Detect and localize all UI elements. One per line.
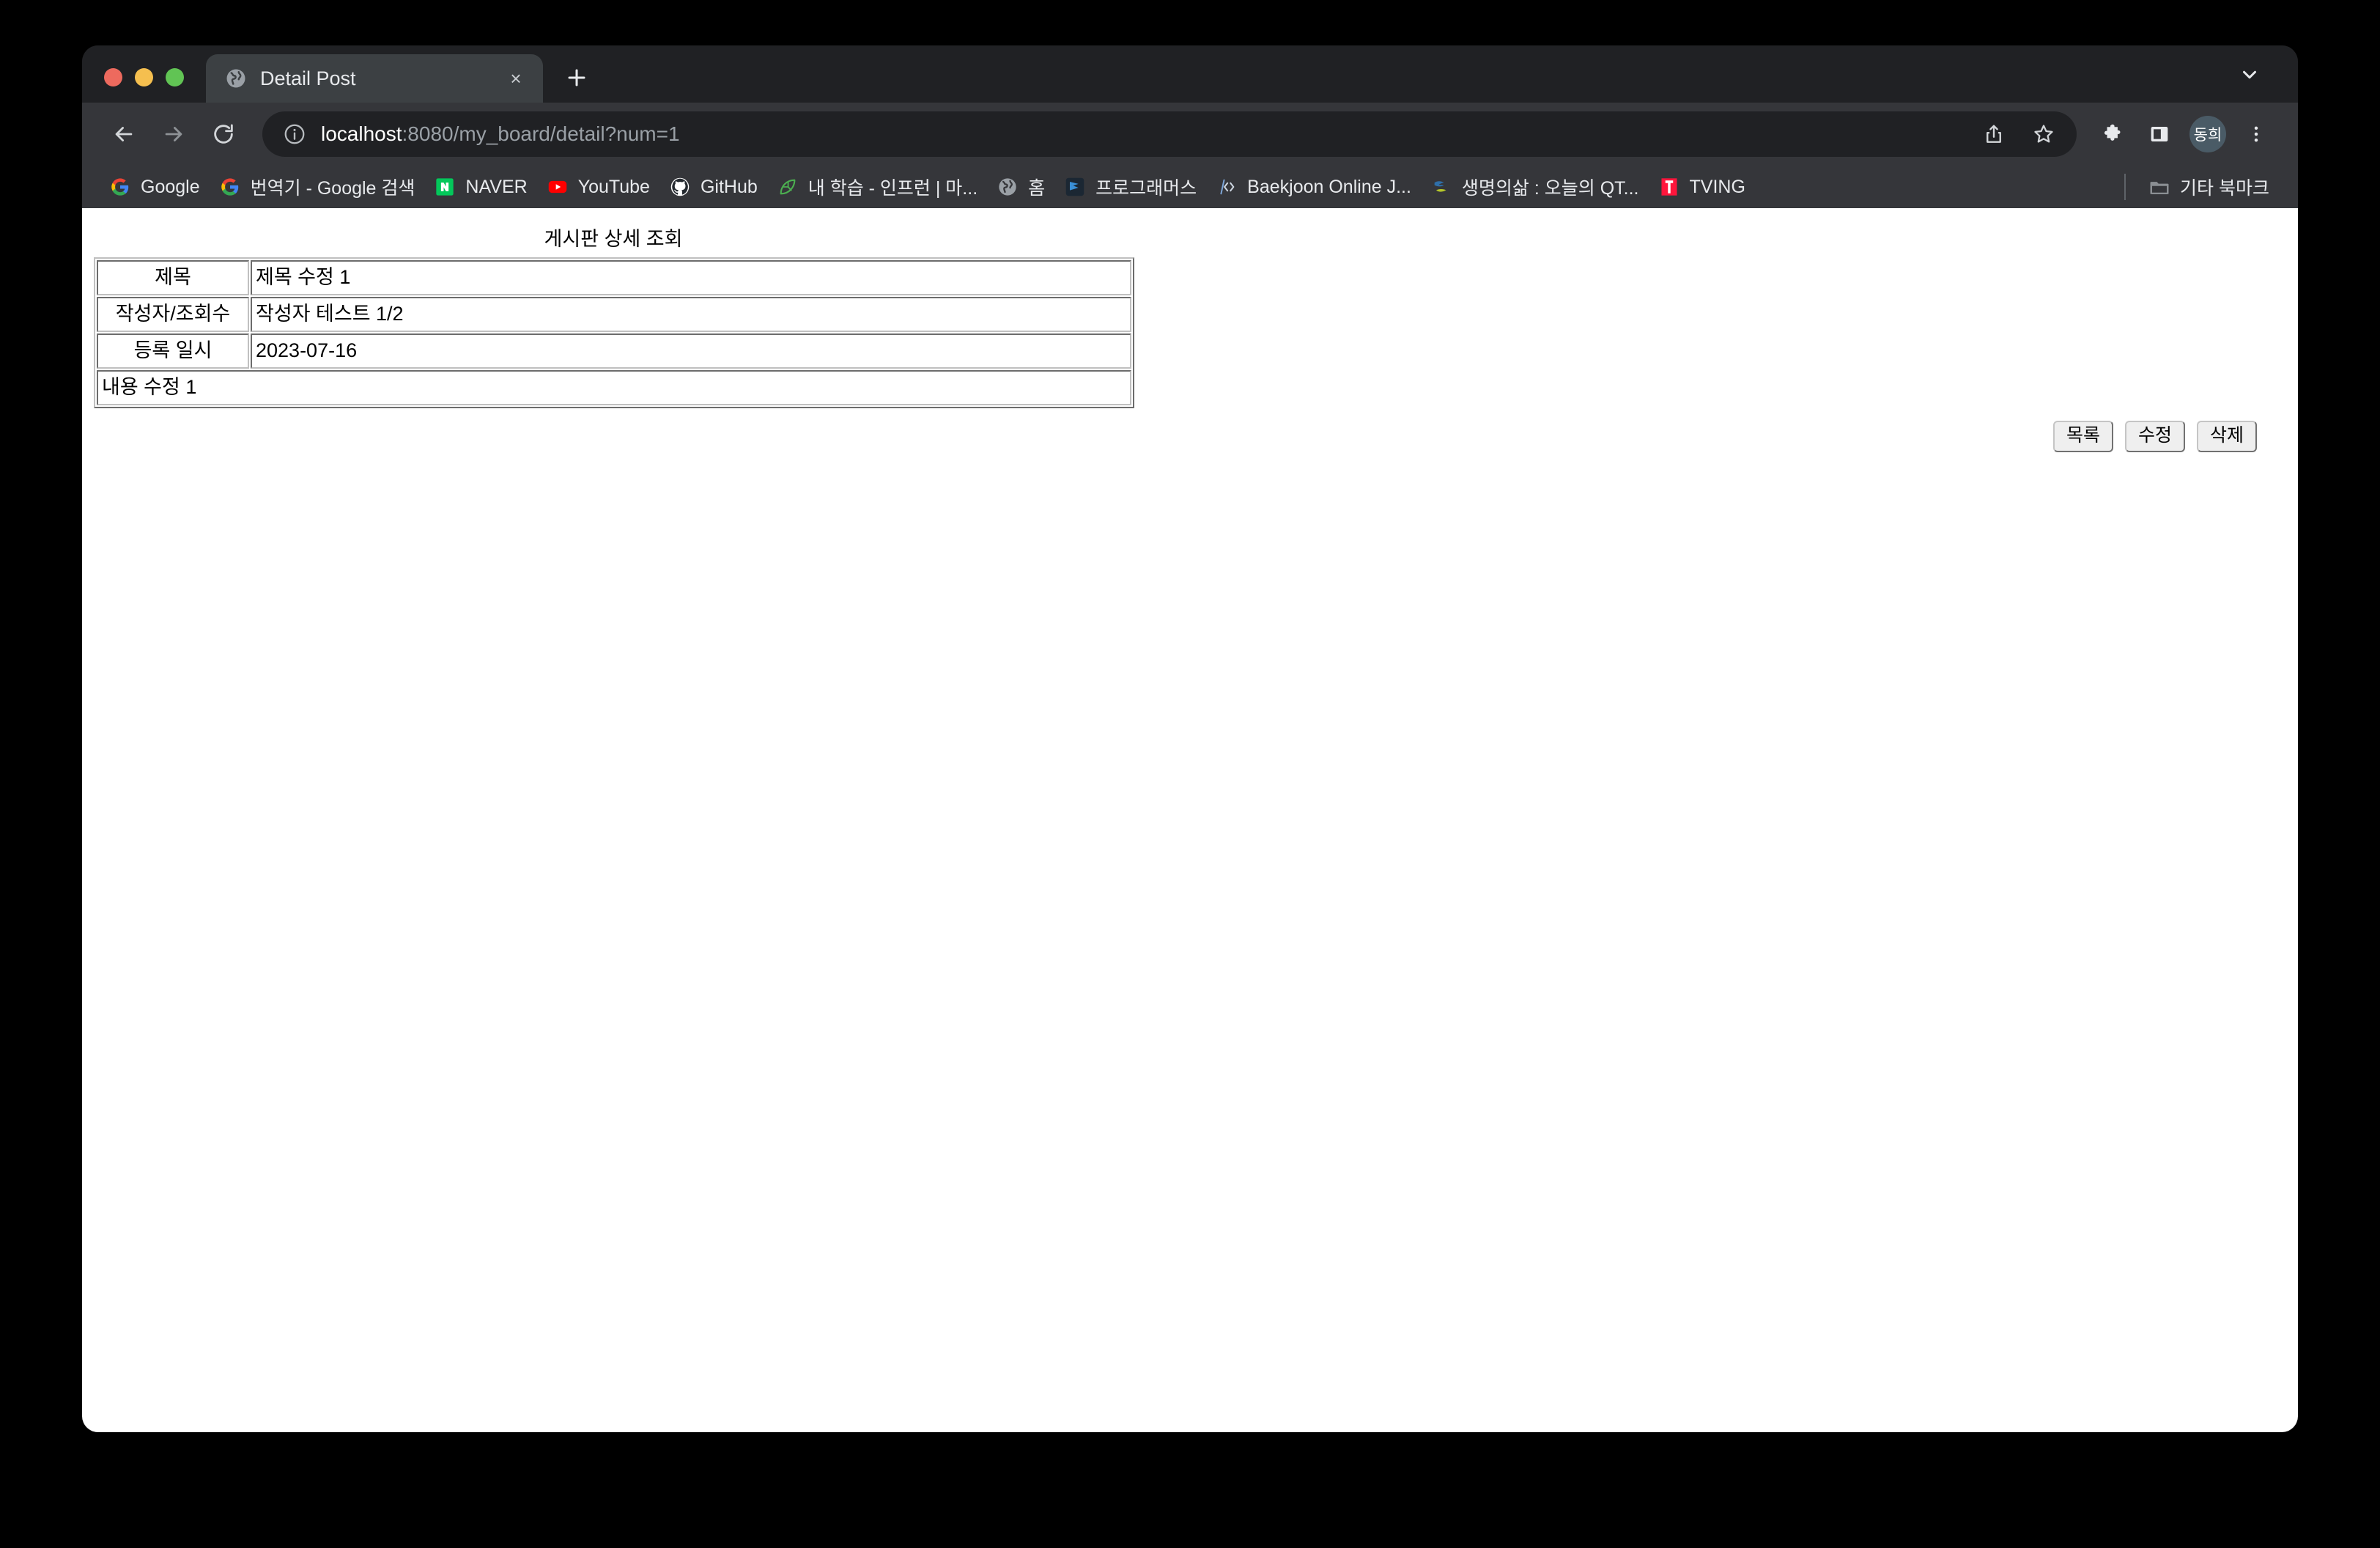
youtube-icon	[547, 176, 569, 198]
row-value: 제목 수정 1	[251, 260, 1131, 295]
bookmarks-list: Google 번역기 - Google 검색 NAVER YouTube Git…	[100, 169, 2117, 205]
bookmark-star-button[interactable]	[2022, 113, 2065, 155]
table-row-date: 등록 일시 2023-07-16	[97, 333, 1131, 369]
globe-icon	[997, 176, 1019, 198]
tab-title: Detail Post	[260, 67, 356, 89]
action-button-row: 목록 수정 삭제	[2052, 421, 2257, 452]
new-tab-button[interactable]	[556, 57, 597, 98]
arrow-right-icon	[165, 127, 182, 141]
url-host: localhost	[321, 122, 402, 145]
bookmark-label: 번역기 - Google 검색	[250, 178, 415, 199]
forward-button[interactable]	[151, 111, 196, 157]
bookmark-inflearn[interactable]: 내 학습 - 인프런 | 마...	[767, 169, 987, 205]
inflearn-icon	[777, 176, 799, 198]
row-label: 등록 일시	[97, 333, 249, 369]
naver-icon	[434, 176, 456, 198]
tving-icon	[1658, 176, 1680, 198]
browser-menu-button[interactable]	[2235, 113, 2277, 155]
bookmarks-divider	[2124, 174, 2126, 200]
tab-strip: Detail Post ×	[82, 45, 2298, 103]
close-tab-button[interactable]: ×	[503, 66, 528, 91]
tab-search-button[interactable]	[2232, 57, 2267, 92]
bookmark-baekjoon[interactable]: Baekjoon Online J...	[1206, 171, 1421, 203]
table-row-content: 내용 수정 1	[97, 370, 1131, 405]
share-icon	[1987, 125, 2001, 143]
google-icon	[219, 176, 241, 198]
bookmark-youtube[interactable]: YouTube	[537, 171, 659, 203]
google-icon	[109, 176, 131, 198]
row-value: 2023-07-16	[251, 333, 1131, 369]
other-bookmarks-button[interactable]: 기타 북마크	[2139, 169, 2279, 205]
star-icon	[2034, 125, 2053, 143]
row-value: 작성자 테스트 1/2	[251, 297, 1131, 332]
programmers-icon	[1064, 176, 1086, 198]
bookmark-home[interactable]: 홈	[987, 169, 1054, 205]
browser-window: Detail Post × localhost:8080/my_board/de…	[82, 45, 2298, 1432]
bookmark-label: 프로그래머스	[1095, 178, 1197, 199]
page-viewport: 게시판 상세 조회 제목 제목 수정 1 작성자/조회수 작성자 테스트 1/2…	[82, 208, 2298, 1432]
tab-detail-post[interactable]: Detail Post ×	[206, 54, 543, 103]
arrow-left-icon	[115, 127, 133, 141]
baekjoon-icon	[1216, 176, 1238, 198]
bookmark-label: Baekjoon Online J...	[1247, 176, 1411, 197]
globe-icon	[226, 69, 245, 88]
info-circle-icon[interactable]	[283, 122, 306, 146]
bookmark-duranno[interactable]: 생명의삶 : 오늘의 QT...	[1421, 169, 1649, 205]
omnibox-actions	[1973, 113, 2065, 155]
bookmark-programmers[interactable]: 프로그래머스	[1054, 169, 1206, 205]
other-bookmarks-label: 기타 북마크	[2180, 178, 2269, 199]
duranno-icon	[1430, 176, 1452, 198]
profile-initials: 동희	[2193, 127, 2222, 144]
bookmark-google[interactable]: Google	[100, 171, 210, 203]
plus-icon	[568, 69, 585, 86]
bookmark-label: 생명의삶 : 오늘의 QT...	[1461, 178, 1639, 199]
bookmarks-bar: Google 번역기 - Google 검색 NAVER YouTube Git…	[82, 166, 2298, 208]
bookmark-google-translate[interactable]: 번역기 - Google 검색	[210, 169, 425, 205]
back-button[interactable]	[101, 111, 147, 157]
url-path: :8080/my_board/detail?num=1	[402, 122, 680, 145]
side-panel-icon	[2151, 127, 2168, 141]
table-row-title: 제목 제목 수정 1	[97, 260, 1131, 295]
chevron-down-icon	[2243, 70, 2256, 79]
window-traffic-lights	[104, 68, 184, 103]
github-icon	[669, 176, 691, 198]
bookmark-github[interactable]: GitHub	[659, 171, 767, 203]
puzzle-icon	[2104, 124, 2121, 141]
row-label: 작성자/조회수	[97, 297, 249, 332]
row-label: 제목	[97, 260, 249, 295]
other-bookmarks-group: 기타 북마크	[2117, 169, 2279, 205]
reload-icon	[214, 124, 233, 144]
bookmark-tving[interactable]: TVING	[1649, 171, 1755, 203]
edit-button[interactable]: 수정	[2124, 421, 2185, 452]
delete-button[interactable]: 삭제	[2196, 421, 2257, 452]
address-bar[interactable]: localhost:8080/my_board/detail?num=1	[262, 111, 2077, 157]
list-button[interactable]: 목록	[2052, 421, 2113, 452]
three-dot-menu-icon	[2254, 126, 2258, 142]
bookmark-label: 내 학습 - 인프런 | 마...	[808, 178, 978, 199]
side-panel-button[interactable]	[2138, 113, 2181, 155]
minimize-window-button[interactable]	[135, 68, 153, 86]
share-button[interactable]	[1973, 113, 2015, 155]
bookmark-label: TVING	[1689, 176, 1745, 197]
folder-icon	[2148, 176, 2170, 198]
post-detail-table: 제목 제목 수정 1 작성자/조회수 작성자 테스트 1/2 등록 일시 202…	[94, 257, 1134, 408]
maximize-window-button[interactable]	[166, 68, 184, 86]
reload-button[interactable]	[201, 111, 246, 157]
bookmark-label: Google	[141, 176, 200, 197]
bookmark-label: YouTube	[577, 176, 650, 197]
table-row-author-views: 작성자/조회수 작성자 테스트 1/2	[97, 297, 1131, 332]
page-title: 게시판 상세 조회	[544, 228, 683, 250]
profile-avatar[interactable]: 동희	[2189, 116, 2226, 152]
bookmark-naver[interactable]: NAVER	[424, 171, 536, 203]
extensions-button[interactable]	[2091, 113, 2134, 155]
browser-toolbar: localhost:8080/my_board/detail?num=1 동희	[82, 103, 2298, 166]
post-content: 내용 수정 1	[97, 370, 1131, 405]
bookmark-label: 홈	[1028, 178, 1046, 199]
url-text: localhost:8080/my_board/detail?num=1	[321, 122, 1958, 146]
bookmark-label: NAVER	[465, 176, 528, 197]
bookmark-label: GitHub	[700, 176, 758, 197]
close-window-button[interactable]	[104, 68, 122, 86]
